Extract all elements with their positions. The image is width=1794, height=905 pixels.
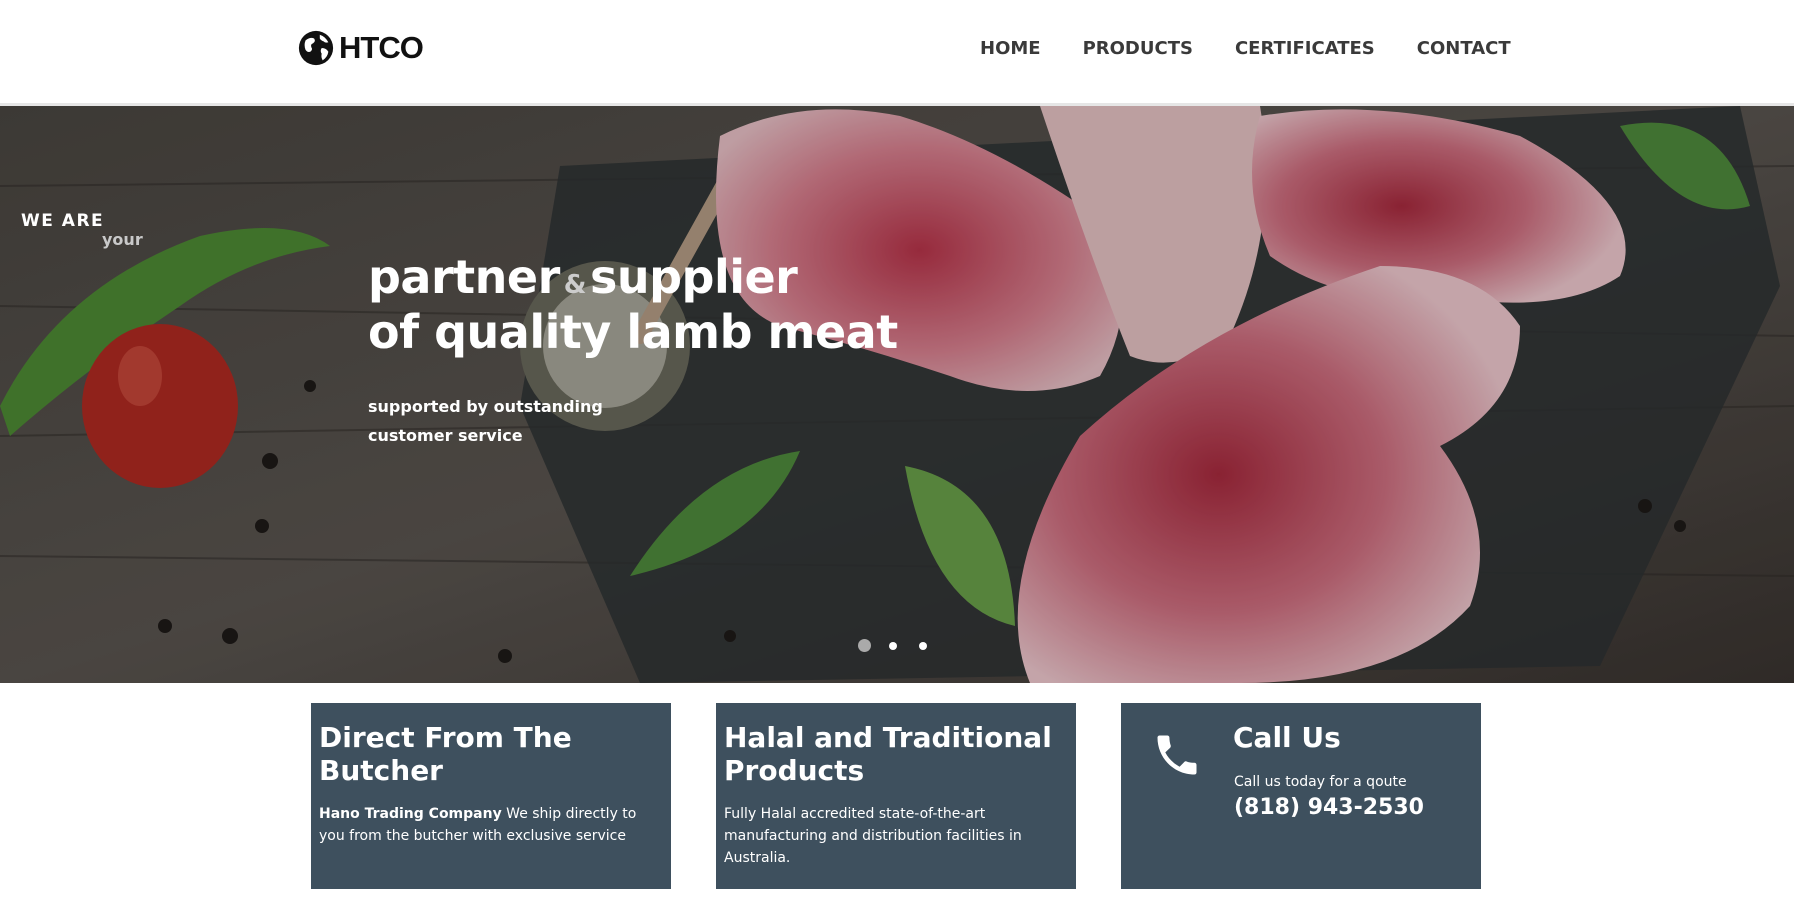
site-header: HTCO HOME PRODUCTS CERTIFICATES CONTACT [0, 0, 1794, 106]
logo[interactable]: HTCO [297, 28, 424, 68]
card-text: Fully Halal accredited state-of-the-art … [724, 806, 1022, 866]
globe-icon [298, 30, 334, 66]
hero-sub-line1: supported by outstanding [368, 397, 603, 416]
call-subtitle: Call us today for a qoute [1234, 774, 1407, 790]
hero-we-are: WE ARE [21, 211, 105, 231]
nav-products[interactable]: PRODUCTS [1083, 38, 1193, 59]
headline-supplier: supplier [589, 250, 798, 304]
hero-subtitle: supported by outstanding customer servic… [368, 392, 603, 450]
feature-card-halal: Halal and Traditional Products Fully Hal… [716, 703, 1076, 889]
hero-your: your [102, 230, 143, 249]
headline-partner: partner [368, 250, 560, 304]
slider-dots [858, 639, 949, 652]
feature-card-butcher: Direct From The Butcher Hano Trading Com… [311, 703, 671, 889]
hero-slider: WE ARE your partner &supplier of quality … [0, 106, 1794, 683]
card-title: Halal and Traditional Products [724, 721, 1052, 787]
nav-certificates[interactable]: CERTIFICATES [1235, 38, 1375, 59]
slider-dot-1[interactable] [858, 639, 871, 652]
nav-contact[interactable]: CONTACT [1417, 38, 1511, 59]
logo-text: HTCO [339, 30, 424, 65]
phone-icon [1157, 735, 1197, 775]
card-title: Call Us [1233, 721, 1341, 754]
headline-amp: & [563, 270, 587, 300]
headline-line2: of quality lamb meat [368, 305, 898, 359]
card-company: Hano Trading Company [319, 806, 502, 822]
hero-headline: partner &supplier of quality lamb meat [368, 254, 898, 356]
main-nav: HOME PRODUCTS CERTIFICATES CONTACT [980, 38, 1511, 59]
feature-card-call: Call Us Call us today for a qoute (818) … [1121, 703, 1481, 889]
hero-sub-line2: customer service [368, 426, 523, 445]
card-title: Direct From The Butcher [319, 721, 572, 787]
slider-dot-2[interactable] [889, 641, 897, 650]
card-text: Hano Trading Company We ship directly to… [319, 803, 663, 847]
nav-home[interactable]: HOME [980, 38, 1041, 59]
slider-dot-3[interactable] [919, 641, 927, 650]
phone-number[interactable]: (818) 943-2530 [1234, 795, 1424, 820]
hero-background-image [0, 106, 1794, 683]
